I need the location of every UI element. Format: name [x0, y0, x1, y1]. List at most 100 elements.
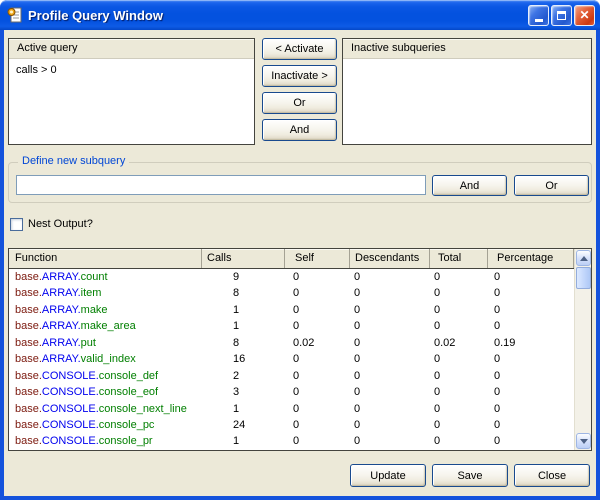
column-header-total[interactable]: Total — [430, 249, 488, 268]
column-header-percentage[interactable]: Percentage — [488, 249, 574, 268]
save-button[interactable]: Save — [432, 464, 508, 487]
class-name: ARRAY. — [42, 304, 81, 316]
app-icon — [7, 7, 23, 23]
define-subquery-label: Define new subquery — [18, 155, 129, 167]
close-window-button[interactable]: ✕ — [574, 5, 595, 26]
inactive-subqueries-list[interactable] — [343, 60, 591, 144]
title-bar[interactable]: Profile Query Window ✕ — [0, 0, 600, 30]
subquery-input[interactable] — [16, 175, 426, 195]
value-cell: 0 — [488, 351, 574, 367]
subquery-and-button[interactable]: And — [432, 175, 507, 196]
cluster-name: base. — [15, 386, 42, 398]
value-cell: 0 — [430, 269, 488, 285]
table-row[interactable]: base.CONSOLE.console_pr10000 — [9, 433, 574, 449]
value-cell: 1 — [202, 318, 285, 334]
table-row[interactable]: base.CONSOLE.console_pc240000 — [9, 417, 574, 433]
update-button[interactable]: Update — [350, 464, 426, 487]
feature-name: make — [81, 304, 108, 316]
value-cell: 0 — [350, 285, 430, 301]
activate-button[interactable]: < Activate — [262, 38, 337, 60]
value-cell: 0.02 — [285, 335, 350, 351]
class-name: ARRAY. — [42, 353, 81, 365]
feature-name: console_pc — [99, 419, 155, 431]
table-row[interactable]: base.ARRAY.make10000 — [9, 302, 574, 318]
table-row[interactable]: base.ARRAY.valid_index160000 — [9, 351, 574, 367]
class-name: CONSOLE. — [42, 435, 99, 447]
inactive-subqueries-header[interactable]: Inactive subqueries — [343, 39, 591, 59]
value-cell: 1 — [202, 302, 285, 318]
or-combine-button[interactable]: Or — [262, 92, 337, 114]
feature-name: console_def — [99, 370, 158, 382]
value-cell: 0 — [285, 368, 350, 384]
value-cell: 0 — [488, 433, 574, 449]
table-row[interactable]: base.ARRAY.item80000 — [9, 285, 574, 301]
value-cell: 0 — [488, 269, 574, 285]
value-cell: 0 — [488, 368, 574, 384]
column-header-calls[interactable]: Calls — [202, 249, 285, 268]
table-row[interactable]: base.ARRAY.count90000 — [9, 269, 574, 285]
class-name: CONSOLE. — [42, 403, 99, 415]
cluster-name: base. — [15, 403, 42, 415]
value-cell: 8 — [202, 335, 285, 351]
scroll-thumb[interactable] — [576, 267, 591, 289]
scroll-down-icon — [580, 439, 588, 444]
value-cell: 0 — [285, 285, 350, 301]
scroll-down-button[interactable] — [576, 433, 591, 449]
value-cell: 0 — [350, 335, 430, 351]
value-cell: 2 — [202, 368, 285, 384]
titlebar-buttons: ✕ — [528, 5, 595, 26]
maximize-icon — [557, 11, 566, 20]
function-cell: base.ARRAY.count — [9, 269, 202, 285]
class-name: CONSOLE. — [42, 419, 99, 431]
subquery-or-button[interactable]: Or — [514, 175, 589, 196]
feature-name: item — [81, 287, 102, 299]
function-cell: base.CONSOLE.console_def — [9, 368, 202, 384]
column-header-function[interactable]: Function — [9, 249, 202, 268]
value-cell: 0 — [430, 417, 488, 433]
value-cell: 0 — [350, 417, 430, 433]
class-name: CONSOLE. — [42, 386, 99, 398]
function-cell: base.CONSOLE.console_pc — [9, 417, 202, 433]
feature-name: make_area — [81, 320, 136, 332]
column-header-self[interactable]: Self — [285, 249, 350, 268]
vertical-scrollbar[interactable] — [574, 249, 591, 450]
value-cell: 0 — [285, 401, 350, 417]
and-combine-button[interactable]: And — [262, 119, 337, 141]
value-cell: 1 — [202, 433, 285, 449]
function-cell: base.ARRAY.valid_index — [9, 351, 202, 367]
scroll-up-button[interactable] — [576, 250, 591, 266]
value-cell: 0 — [350, 269, 430, 285]
value-cell: 9 — [202, 269, 285, 285]
value-cell: 3 — [202, 384, 285, 400]
value-cell: 8 — [202, 285, 285, 301]
function-cell: base.CONSOLE.console_eof — [9, 384, 202, 400]
value-cell: 0 — [488, 384, 574, 400]
maximize-button[interactable] — [551, 5, 572, 26]
table-row[interactable]: base.CONSOLE.console_eof30000 — [9, 384, 574, 400]
active-query-header[interactable]: Active query — [9, 39, 254, 59]
value-cell: 0 — [285, 417, 350, 433]
window: Profile Query Window ✕ Active query call… — [0, 0, 600, 500]
active-query-list[interactable]: calls > 0 — [9, 60, 254, 144]
table-row[interactable]: base.ARRAY.put80.0200.020.19 — [9, 335, 574, 351]
value-cell: 0 — [285, 302, 350, 318]
cluster-name: base. — [15, 320, 42, 332]
table-row[interactable]: base.ARRAY.make_area10000 — [9, 318, 574, 334]
active-query-item[interactable]: calls > 0 — [9, 60, 254, 76]
table-row[interactable]: base.CONSOLE.console_def20000 — [9, 368, 574, 384]
value-cell: 0 — [488, 318, 574, 334]
table-row[interactable]: base.CONSOLE.console_next_line10000 — [9, 401, 574, 417]
close-dialog-button[interactable]: Close — [514, 464, 590, 487]
value-cell: 0 — [488, 302, 574, 318]
active-query-panel: Active query calls > 0 — [8, 38, 255, 145]
value-cell: 0 — [430, 318, 488, 334]
function-cell: base.CONSOLE.console_pr — [9, 433, 202, 449]
cluster-name: base. — [15, 271, 42, 283]
value-cell: 1 — [202, 401, 285, 417]
inactivate-button[interactable]: Inactivate > — [262, 65, 337, 87]
nest-output-checkbox[interactable] — [10, 218, 23, 231]
value-cell: 0 — [350, 368, 430, 384]
value-cell: 0 — [285, 384, 350, 400]
minimize-button[interactable] — [528, 5, 549, 26]
column-header-descendants[interactable]: Descendants — [350, 249, 430, 268]
